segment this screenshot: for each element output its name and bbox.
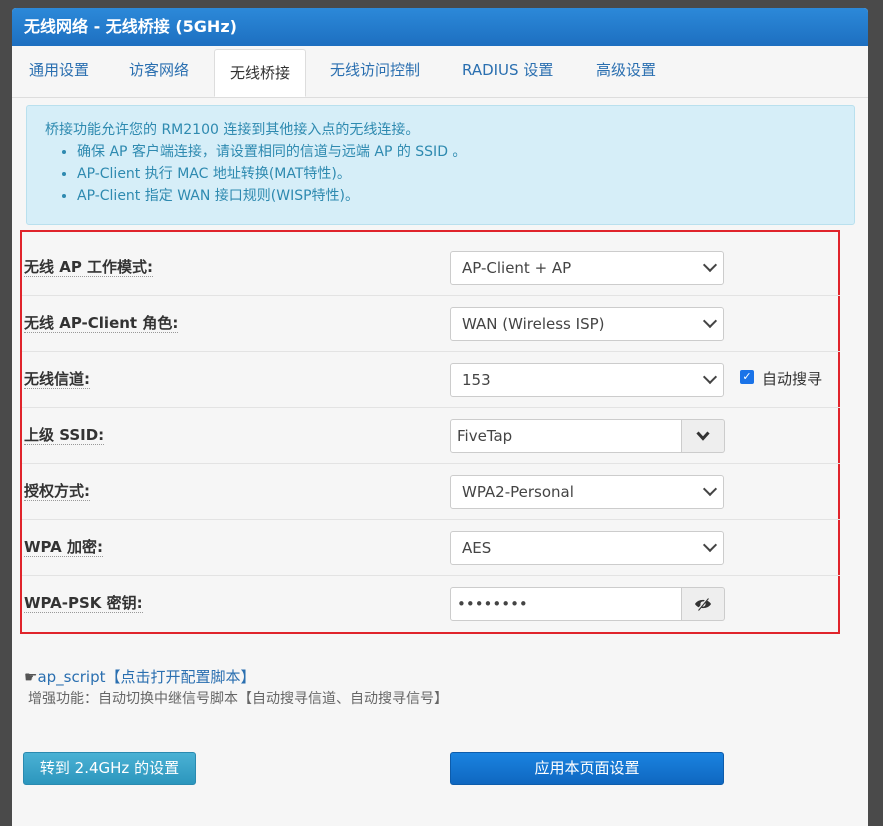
chevron-down-icon <box>702 313 718 329</box>
row-ssid: 上级 SSID: FiveTap <box>22 407 840 464</box>
tab-general[interactable]: 通用设置 <box>29 47 89 97</box>
chevron-down-icon <box>702 537 718 553</box>
row-client-role: 无线 AP-Client 角色: WAN (Wireless ISP) <box>22 295 840 352</box>
pointing-hand-icon: ☛ <box>24 668 38 686</box>
auto-search-label: 自动搜寻 <box>762 370 823 388</box>
tab-access-control[interactable]: 无线访问控制 <box>330 47 420 97</box>
ap-mode-label: 无线 AP 工作模式: <box>24 258 154 277</box>
encryption-select[interactable]: AES <box>450 531 724 565</box>
info-intro: 桥接功能允许您的 RM2100 连接到其他接入点的无线连接。 <box>45 122 420 138</box>
ssid-input[interactable]: FiveTap <box>450 419 682 453</box>
chevron-down-icon <box>696 431 710 441</box>
tab-bar: 通用设置 访客网络 无线桥接 无线访问控制 RADIUS 设置 高级设置 <box>12 47 868 98</box>
channel-label: 无线信道: <box>24 370 90 389</box>
tab-bridge[interactable]: 无线桥接 <box>214 49 307 97</box>
ssid-dropdown-button[interactable] <box>682 419 725 453</box>
page-title: 无线网络 - 无线桥接 (5GHz) <box>12 8 868 46</box>
client-role-select[interactable]: WAN (Wireless ISP) <box>450 307 724 341</box>
chevron-down-icon <box>702 481 718 497</box>
info-bullet: AP-Client 指定 WAN 接口规则(WISP特性)。 <box>77 185 836 207</box>
row-auth: 授权方式: WPA2-Personal <box>22 463 840 520</box>
tab-guest[interactable]: 访客网络 <box>129 47 189 97</box>
chevron-down-icon <box>702 257 718 273</box>
ap-mode-select[interactable]: AP-Client + AP <box>450 251 724 285</box>
toggle-password-button[interactable] <box>682 587 725 621</box>
script-description: 增强功能：自动切换中继信号脚本【自动搜寻信道、自动搜寻信号】 <box>28 691 448 707</box>
eye-slash-icon <box>695 597 711 611</box>
info-bullet: 确保 AP 客户端连接，请设置相同的信道与远端 AP 的 SSID 。 <box>77 141 836 163</box>
psk-input[interactable]: •••••••• <box>450 587 682 621</box>
client-role-label: 无线 AP-Client 角色: <box>24 314 179 333</box>
info-bullet: AP-Client 执行 MAC 地址转换(MAT特性)。 <box>77 163 836 185</box>
ap-script-link[interactable]: ☛ap_script【点击打开配置脚本】 <box>24 666 255 687</box>
auth-label: 授权方式: <box>24 482 90 501</box>
auto-search-checkbox[interactable]: ✓ <box>740 370 754 384</box>
row-psk: WPA-PSK 密钥: •••••••• <box>22 575 840 631</box>
tab-advanced[interactable]: 高级设置 <box>596 47 656 97</box>
row-channel: 无线信道: 153 ✓ 自动搜寻 <box>22 351 840 408</box>
row-encryption: WPA 加密: AES <box>22 519 840 576</box>
auth-select[interactable]: WPA2-Personal <box>450 475 724 509</box>
row-ap-mode: 无线 AP 工作模式: AP-Client + AP <box>22 239 840 296</box>
chevron-down-icon <box>702 369 718 385</box>
encryption-label: WPA 加密: <box>24 538 103 557</box>
goto-24ghz-button[interactable]: 转到 2.4GHz 的设置 <box>23 752 196 785</box>
tab-radius[interactable]: RADIUS 设置 <box>462 47 553 97</box>
apply-button[interactable]: 应用本页面设置 <box>450 752 724 785</box>
channel-select[interactable]: 153 <box>450 363 724 397</box>
info-box: 桥接功能允许您的 RM2100 连接到其他接入点的无线连接。 确保 AP 客户端… <box>26 105 855 225</box>
ssid-label: 上级 SSID: <box>24 426 105 445</box>
psk-label: WPA-PSK 密钥: <box>24 594 143 613</box>
settings-panel: 无线网络 - 无线桥接 (5GHz) 通用设置 访客网络 无线桥接 无线访问控制… <box>12 8 868 826</box>
